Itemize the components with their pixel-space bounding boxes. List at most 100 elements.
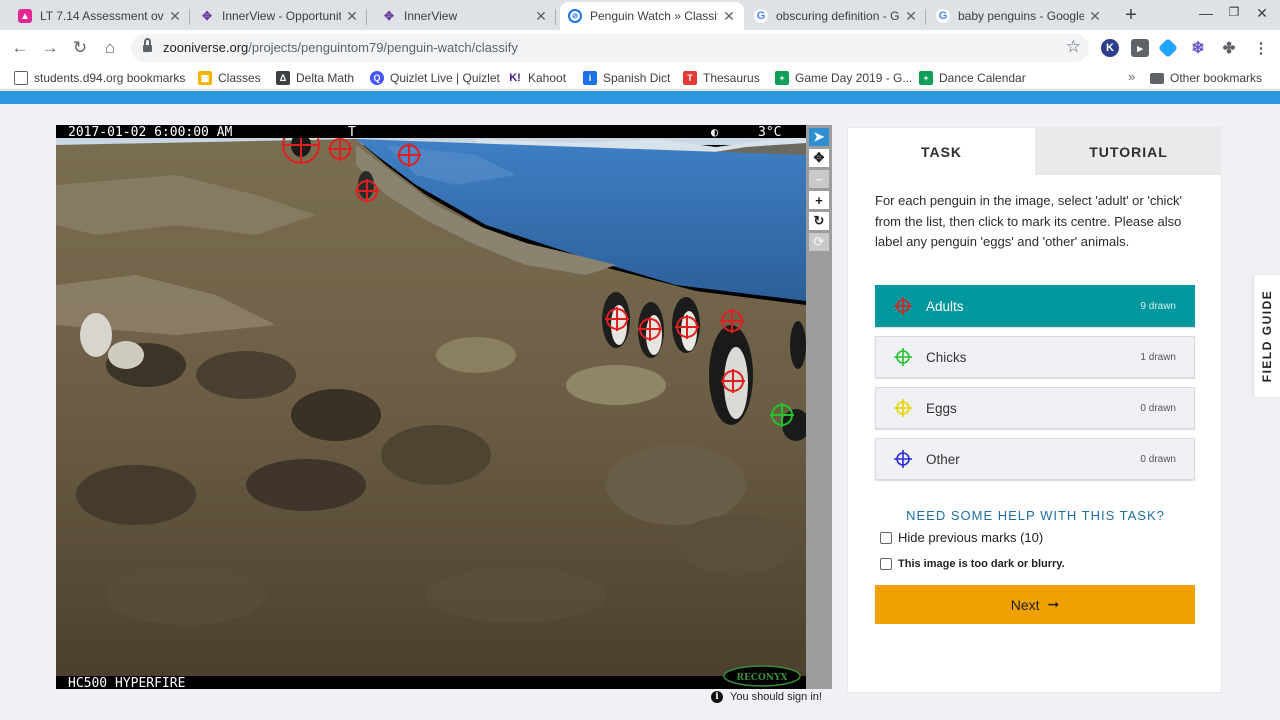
bookmark-dance-calendar[interactable]: + Dance Calendar (919, 70, 1026, 86)
crosshair-icon (894, 450, 912, 468)
choice-label: Eggs (926, 400, 957, 416)
task-instructions: For each penguin in the image, select 'a… (875, 193, 1182, 249)
pointer-tool-button[interactable]: ➤ (809, 128, 829, 146)
lock-icon (143, 38, 152, 53)
tab-tutorial[interactable]: TUTORIAL (1035, 128, 1222, 175)
choice-other[interactable]: Other 0 drawn (875, 438, 1195, 480)
diamond-extension-icon[interactable] (1158, 38, 1178, 58)
move-tool-button[interactable]: ✥ (809, 149, 829, 167)
screencast-extension-icon[interactable]: ▸ (1131, 39, 1149, 57)
page-icon (14, 71, 28, 85)
quizlet-icon: Q (370, 71, 384, 85)
choice-adults[interactable]: Adults 9 drawn (875, 285, 1195, 327)
deltamath-icon: Δ (276, 71, 290, 85)
bookmark-quizlet[interactable]: Q Quizlet Live | Quizlet (370, 70, 500, 86)
menu-dots-icon[interactable]: ⋮ (1252, 39, 1270, 57)
tab-title: LT 7.14 Assessment ove (40, 9, 164, 23)
close-icon[interactable]: ✕ (722, 8, 736, 25)
innerview-icon: ✥ (201, 9, 213, 23)
snowflake-extension-icon[interactable]: ❄ (1189, 39, 1207, 57)
zoom-out-button[interactable]: − (809, 170, 829, 188)
reload-icon[interactable]: ↻ (68, 36, 92, 60)
field-guide-label: FIELD GUIDE (1260, 289, 1274, 383)
tab-title: baby penguins - Google (958, 9, 1084, 23)
next-button[interactable]: Next ➞ (875, 585, 1195, 624)
new-tab-icon[interactable]: + (1120, 4, 1142, 26)
bookmark-kahoot[interactable]: K! Kahoot (508, 70, 566, 86)
zoom-in-button[interactable]: + (809, 191, 829, 209)
close-icon[interactable]: ✕ (168, 8, 182, 25)
bookmark-label: Dance Calendar (939, 71, 1026, 85)
kahoot-icon: K! (508, 71, 522, 85)
camera-temperature: 3°C (758, 125, 781, 140)
camera-temp-flag: T (348, 125, 356, 140)
checkbox[interactable] (880, 531, 892, 544)
bookmark-star-icon[interactable]: ☆ (1066, 37, 1081, 57)
subject-image[interactable]: 2017-01-02 6:00:00 AM T ◐ 3°C HC500 HYPE… (56, 125, 806, 689)
classroom-icon: ▦ (198, 71, 212, 85)
tab-baby-penguins[interactable]: G baby penguins - Google ✕ (928, 2, 1110, 30)
minimize-icon[interactable]: — (1196, 5, 1216, 21)
bookmark-thesaurus[interactable]: T Thesaurus (683, 70, 760, 86)
close-window-icon[interactable]: ✕ (1252, 5, 1272, 22)
camera-trap-photo[interactable]: 2017-01-02 6:00:00 AM T ◐ 3°C HC500 HYPE… (56, 125, 806, 689)
spanishdict-icon: i (583, 71, 597, 85)
bookmark-delta-math[interactable]: Δ Delta Math (276, 70, 354, 86)
image-tools-bar: ➤ ✥ − + ↻ ⟳ (806, 125, 832, 689)
puzzle-extensions-icon[interactable]: ✤ (1220, 39, 1238, 57)
camera-timestamp: 2017-01-02 6:00:00 AM (68, 125, 233, 140)
bookmark-label: Spanish Dict (603, 71, 671, 85)
tab-task[interactable]: TASK (848, 128, 1035, 175)
tab-title: obscuring definition - Go (776, 9, 900, 23)
bookmark-classes[interactable]: ▦ Classes (198, 70, 261, 86)
tab-assessment[interactable]: ▲ LT 7.14 Assessment ove ✕ (10, 2, 190, 30)
tab-innerview[interactable]: ✥ InnerView ✕ (374, 2, 556, 30)
reset-button[interactable]: ⟳ (809, 233, 829, 251)
bookmark-label: students.d94.org bookmarks (34, 71, 186, 85)
tab-innerview-opportunity[interactable]: ✥ InnerView - Opportunity ✕ (192, 2, 367, 30)
folder-icon (1150, 72, 1164, 84)
bookmark-label: Game Day 2019 - G... (795, 71, 913, 85)
home-icon[interactable]: ⌂ (98, 36, 122, 60)
tab-obscuring-definition[interactable]: G obscuring definition - Go ✕ (746, 2, 926, 30)
url-text[interactable]: zooniverse.org/projects/penguintom79/pen… (163, 40, 518, 55)
tab-title: InnerView - Opportunity (222, 9, 341, 23)
google-icon: G (936, 9, 950, 23)
checkbox[interactable] (880, 558, 892, 570)
too-dark-checkbox[interactable]: This image is too dark or blurry. (880, 558, 1065, 570)
tab-penguin-watch[interactable]: ⊘ Penguin Watch » Classif ✕ (560, 2, 744, 30)
choice-eggs[interactable]: Eggs 0 drawn (875, 387, 1195, 429)
close-icon[interactable]: ✕ (534, 8, 548, 25)
close-icon[interactable]: ✕ (1088, 8, 1102, 25)
hide-marks-checkbox[interactable]: Hide previous marks (10) (880, 530, 1043, 545)
bookmark-game-day[interactable]: + Game Day 2019 - G... (775, 70, 912, 86)
bookmark-label: Thesaurus (703, 71, 760, 85)
forward-icon[interactable]: → (38, 36, 62, 60)
more-bookmarks-chevron[interactable]: » (1128, 69, 1135, 84)
help-link[interactable]: NEED SOME HELP WITH THIS TASK? (848, 508, 1223, 523)
back-icon[interactable]: ← (8, 36, 32, 60)
bookmark-students[interactable]: students.d94.org bookmarks (14, 70, 185, 86)
close-icon[interactable]: ✕ (904, 8, 918, 25)
close-icon[interactable]: ✕ (345, 8, 359, 25)
project-header-strip (0, 91, 1280, 104)
camera-model: HC500 HYPERFIRE (68, 676, 185, 689)
choice-chicks[interactable]: Chicks 1 drawn (875, 336, 1195, 378)
k-extension-icon[interactable]: K (1101, 39, 1119, 57)
innerview-icon: ✥ (383, 9, 395, 23)
crosshair-icon (894, 297, 912, 315)
restore-icon[interactable]: ❐ (1224, 5, 1244, 19)
choice-count: 0 drawn (1140, 453, 1176, 465)
task-panel: TASK TUTORIAL For each penguin in the im… (847, 127, 1222, 693)
field-guide-tab[interactable]: FIELD GUIDE (1254, 275, 1280, 397)
zooniverse-icon: ⊘ (568, 9, 582, 23)
sign-in-notice[interactable]: i You should sign in! (711, 691, 822, 703)
bookmark-spanish-dict[interactable]: i Spanish Dict (583, 70, 670, 86)
bookmark-label: Delta Math (296, 71, 355, 85)
address-bar[interactable]: zooniverse.org/projects/penguintom79/pen… (131, 34, 1089, 62)
arrow-right-icon: ➞ (1047, 596, 1060, 612)
tab-strip: ▲ LT 7.14 Assessment ove ✕ ✥ InnerView -… (0, 0, 1280, 30)
rotate-button[interactable]: ↻ (809, 212, 829, 230)
choice-label: Other (926, 451, 960, 467)
other-bookmarks[interactable]: Other bookmarks (1150, 70, 1262, 86)
